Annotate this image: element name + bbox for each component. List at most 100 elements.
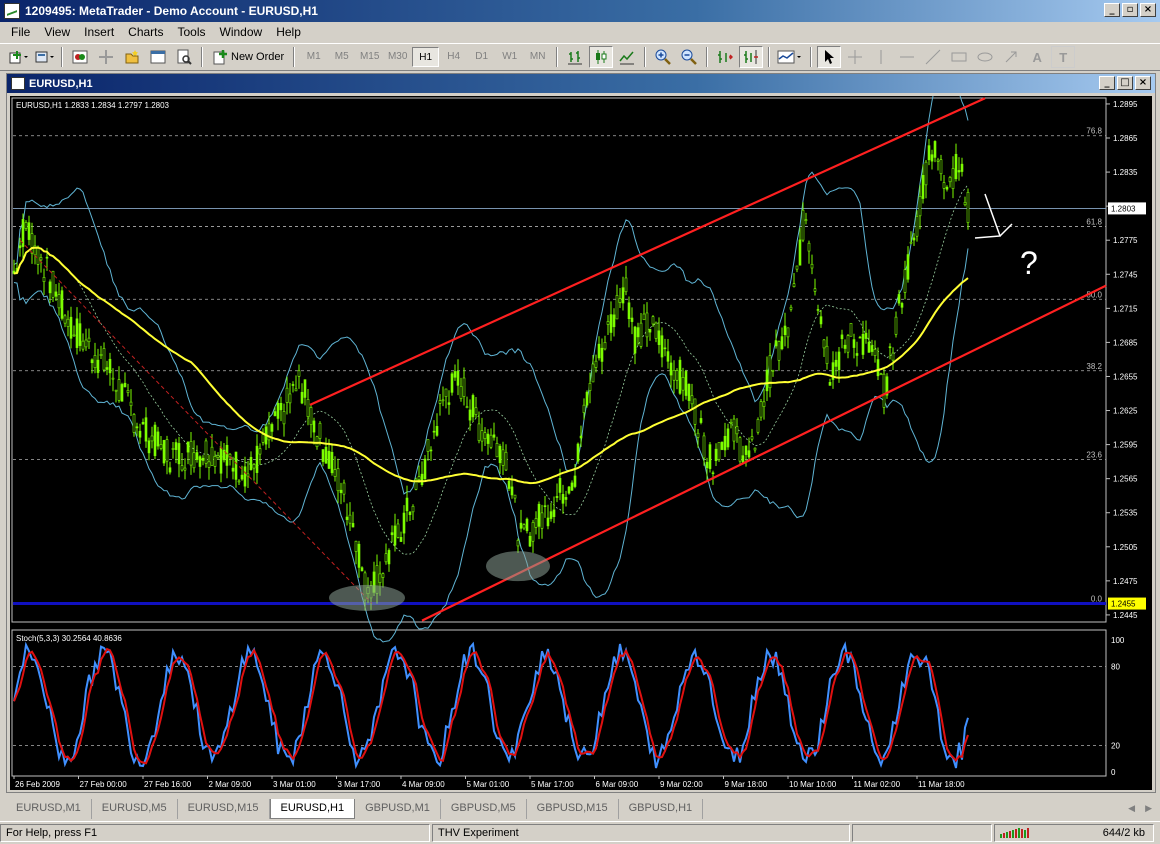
window-title: 1209495: MetaTrader - Demo Account - EUR… — [25, 4, 318, 18]
ellipse-icon[interactable] — [973, 46, 997, 68]
chart-close-button[interactable]: × — [1135, 76, 1151, 90]
menu-file[interactable]: File — [4, 25, 37, 39]
indicators-icon[interactable] — [775, 46, 805, 68]
bar-chart-icon[interactable] — [563, 46, 587, 68]
timeframe-h4-button[interactable]: H4 — [440, 47, 467, 67]
candle-body — [807, 242, 811, 252]
restore-button[interactable]: ▫ — [1122, 3, 1138, 17]
timeframe-w1-button[interactable]: W1 — [496, 47, 523, 67]
chart-minimize-button[interactable]: _ — [1099, 76, 1115, 90]
profiles-button[interactable] — [32, 46, 56, 68]
rectangle-icon[interactable] — [947, 46, 971, 68]
line-chart-icon[interactable] — [615, 46, 639, 68]
terminal-icon[interactable] — [146, 46, 170, 68]
candle-body — [858, 336, 862, 339]
menu-help[interactable]: Help — [269, 25, 308, 39]
tab-gbpusd-m5[interactable]: GBPUSD,M5 — [441, 799, 527, 819]
toolbar-separator — [293, 47, 296, 67]
candle-body — [594, 360, 598, 368]
menu-tools[interactable]: Tools — [171, 25, 213, 39]
candle-body — [183, 467, 187, 471]
candle-body — [699, 418, 703, 423]
minimize-button[interactable]: _ — [1104, 3, 1120, 17]
timeframe-m15-button[interactable]: M15 — [356, 47, 383, 67]
text-label-icon[interactable]: T — [1051, 46, 1076, 68]
market-watch-icon[interactable] — [68, 46, 92, 68]
tab-eurusd-m15[interactable]: EURUSD,M15 — [178, 799, 270, 819]
trendline-icon[interactable] — [921, 46, 945, 68]
tester-icon[interactable] — [172, 46, 196, 68]
candle-body — [156, 431, 160, 447]
tab-scroll-right-icon[interactable]: ▶ — [1145, 803, 1152, 814]
candle-body — [711, 472, 715, 475]
new-order-label: New Order — [231, 51, 285, 63]
candle-body — [120, 384, 124, 402]
candle-body — [216, 455, 220, 459]
timeframe-h1-button[interactable]: H1 — [412, 47, 440, 67]
new-chart-button[interactable] — [6, 46, 30, 68]
candle-body — [957, 170, 961, 173]
candle-body — [165, 439, 169, 462]
tab-eurusd-m1[interactable]: EURUSD,M1 — [6, 799, 92, 819]
candle-body — [198, 456, 202, 467]
candle-body — [525, 518, 529, 532]
support-price-label: 1.2455 — [1111, 600, 1136, 609]
toolbar-separator — [644, 47, 647, 67]
candle-body — [855, 353, 859, 356]
chart-shift-icon[interactable] — [739, 46, 764, 68]
candle-body — [477, 423, 481, 441]
tab-scroll-left-icon[interactable]: ◀ — [1128, 803, 1135, 814]
candle-body — [810, 263, 814, 269]
timeframe-m5-button[interactable]: M5 — [328, 47, 355, 67]
new-order-button[interactable]: New Order — [208, 46, 288, 68]
candle-body — [576, 443, 580, 462]
stoch-main-line — [13, 641, 969, 770]
menu-insert[interactable]: Insert — [77, 25, 121, 39]
tab-eurusd-m5[interactable]: EURUSD,M5 — [92, 799, 178, 819]
menu-view[interactable]: View — [37, 25, 77, 39]
candle-body — [852, 339, 856, 348]
price-chart[interactable]: 76.861.850.038.223.60.01.28951.28651.283… — [10, 66, 1152, 790]
timeframe-mn-button[interactable]: MN — [524, 47, 551, 67]
candle-body — [612, 314, 616, 328]
candle-body — [672, 370, 676, 381]
cursor-icon[interactable] — [817, 46, 842, 68]
vertical-line-icon[interactable] — [869, 46, 893, 68]
tab-gbpusd-m15[interactable]: GBPUSD,M15 — [527, 799, 619, 819]
candle-body — [342, 482, 346, 495]
zoom-in-icon[interactable] — [651, 46, 675, 68]
navigator-icon[interactable] — [120, 46, 144, 68]
chart-maximize-button[interactable]: □ — [1117, 76, 1133, 90]
tab-gbpusd-m1[interactable]: GBPUSD,M1 — [355, 799, 441, 819]
candle-body — [252, 464, 256, 469]
candle-body — [918, 196, 922, 217]
menu-charts[interactable]: Charts — [121, 25, 170, 39]
new-order-icon — [213, 50, 227, 65]
candlesticks-icon[interactable] — [589, 46, 614, 68]
menu-window[interactable]: Window — [213, 25, 270, 39]
text-tool-icon[interactable]: A — [1025, 46, 1049, 68]
price-axis-label: 1.2745 — [1113, 270, 1138, 279]
candle-body — [42, 277, 46, 282]
tab-gbpusd-h1[interactable]: GBPUSD,H1 — [619, 799, 704, 819]
candle-body — [927, 145, 931, 161]
autoscroll-icon[interactable] — [713, 46, 737, 68]
horizontal-line-icon[interactable] — [895, 46, 919, 68]
data-window-icon[interactable] — [94, 46, 118, 68]
zoom-out-icon[interactable] — [677, 46, 701, 68]
fib-level-label: 38.2 — [1086, 362, 1102, 371]
timeframe-d1-button[interactable]: D1 — [468, 47, 495, 67]
crosshair-icon[interactable] — [843, 46, 867, 68]
candle-body — [951, 168, 955, 189]
chart-canvas[interactable]: 76.8 61.8 50.0 38.2 23.6 0.0 1.2895 1.2865 1.283… — [10, 66, 1152, 790]
tab-eurusd-h1[interactable]: EURUSD,H1 — [269, 799, 356, 819]
candle-body — [147, 440, 151, 454]
candle-body — [879, 373, 883, 376]
timeframe-m1-button[interactable]: M1 — [300, 47, 327, 67]
close-button[interactable]: × — [1140, 3, 1156, 17]
fib-level-label: 76.8 — [1086, 127, 1102, 136]
candle-body — [66, 318, 70, 327]
candle-body — [555, 496, 559, 498]
arrow-icon[interactable] — [999, 46, 1023, 68]
timeframe-m30-button[interactable]: M30 — [384, 47, 411, 67]
